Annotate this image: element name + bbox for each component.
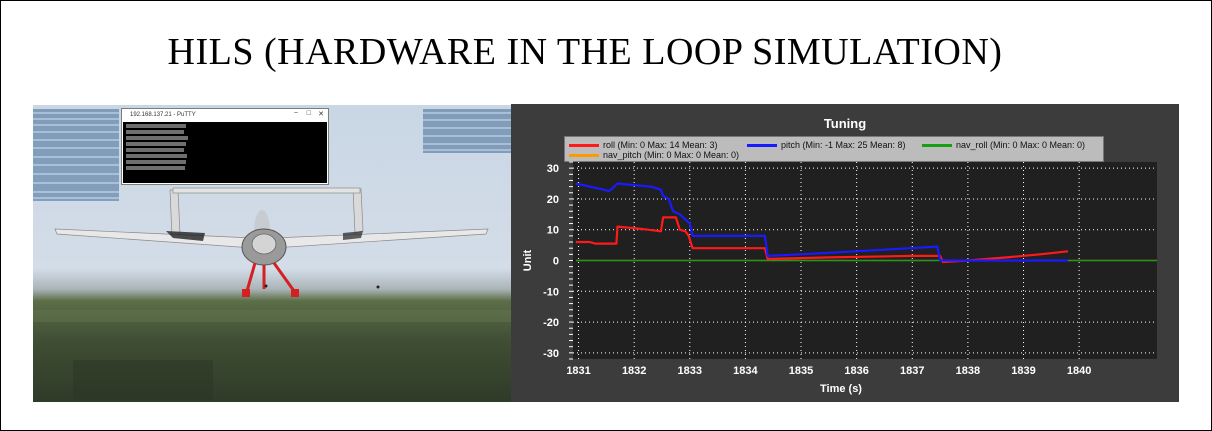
x-tick-label: 1832 (622, 365, 646, 377)
x-tick-label: 1834 (733, 365, 758, 377)
close-icon[interactable]: ✕ (318, 110, 324, 118)
y-tick-label: -10 (543, 286, 559, 298)
terminal-output (123, 122, 327, 183)
y-tick-label: -20 (543, 317, 559, 329)
y-tick-label: 20 (547, 194, 559, 206)
y-tick-label: 0 (553, 256, 559, 268)
page-title: HILS (HARDWARE IN THE LOOP SIMULATION) (167, 31, 1003, 73)
x-tick-label: 1836 (844, 365, 868, 377)
tuning-chart-panel: Tuning roll (Min: 0 Max: 14 Mean: 3) pit… (511, 104, 1179, 402)
y-tick-label: 30 (547, 163, 559, 175)
maximize-icon[interactable]: □ (307, 110, 311, 117)
flight-simulator-view: 192.168.137.21 - PuTTY − □ ✕ (33, 105, 511, 402)
putty-terminal-window[interactable]: 192.168.137.21 - PuTTY − □ ✕ (121, 108, 329, 185)
x-tick-label: 1838 (956, 365, 980, 377)
y-tick-label: -30 (543, 348, 559, 360)
minimize-icon[interactable]: − (294, 110, 298, 117)
x-tick-label: 1837 (900, 365, 924, 377)
y-tick-label: 10 (547, 225, 559, 237)
y-axis-label: Unit (522, 249, 534, 271)
tuning-line-chart: 1831 1832 1833 1834 1835 1836 1837 1838 1839 1840… (522, 161, 1157, 395)
x-tick-label: 1839 (1011, 365, 1035, 377)
x-tick-label: 1831 (566, 365, 590, 377)
x-tick-label: 1840 (1067, 365, 1091, 377)
x-axis-label: Time (s) (820, 383, 862, 395)
x-tick-label: 1833 (678, 365, 702, 377)
x-tick-label: 1835 (789, 365, 813, 377)
